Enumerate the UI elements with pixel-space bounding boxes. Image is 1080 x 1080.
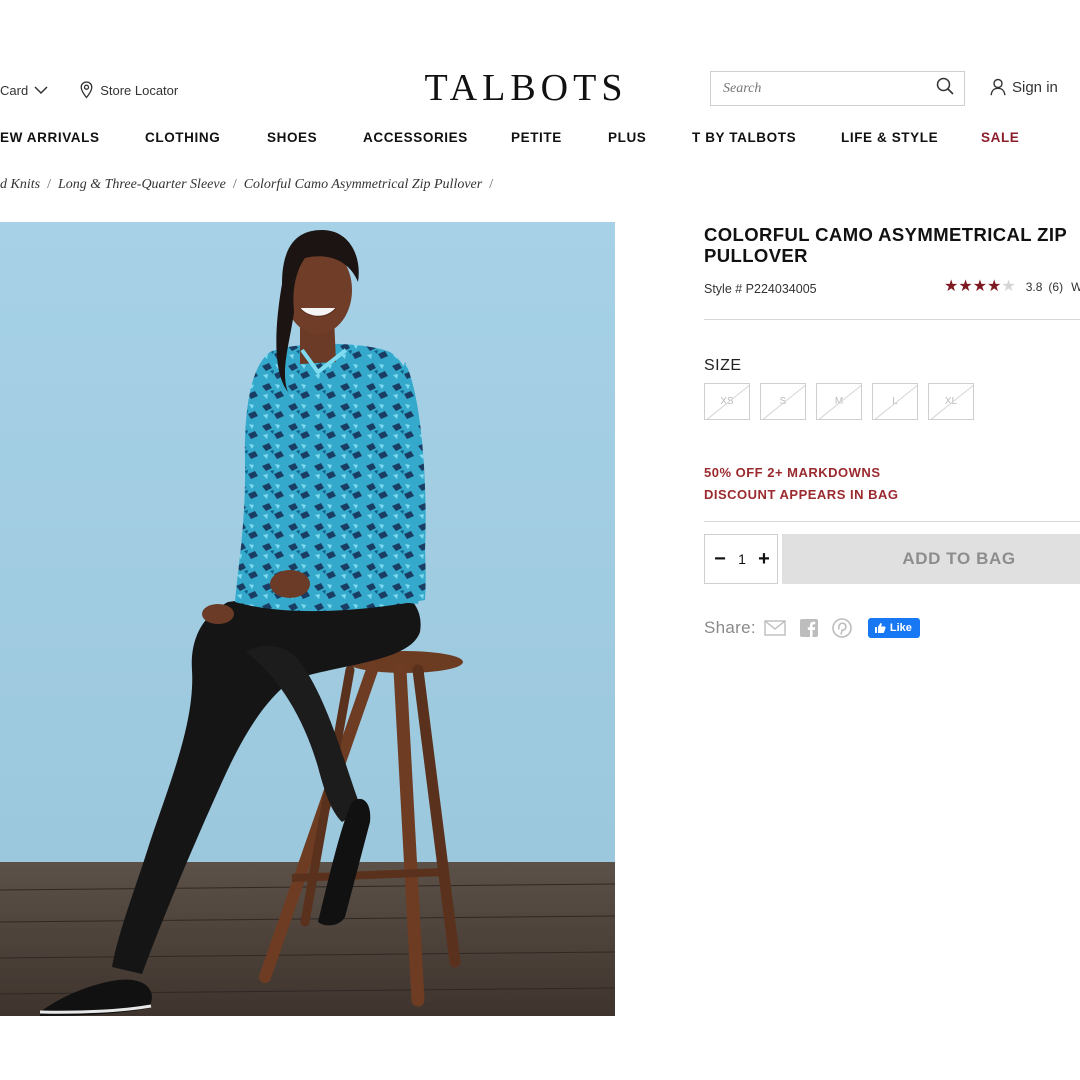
nav-item-clothing[interactable]: CLOTHING bbox=[145, 130, 220, 145]
size-option-m[interactable]: M bbox=[816, 383, 862, 420]
product-title: COLORFUL CAMO ASYMMETRICAL ZIP PULLOVER bbox=[704, 224, 1067, 266]
utility-bar: Card Store Locator bbox=[0, 80, 178, 100]
size-option-s[interactable]: S bbox=[760, 383, 806, 420]
divider bbox=[704, 521, 1080, 522]
nav-item-life-style[interactable]: LIFE & STYLE bbox=[841, 130, 938, 145]
nav-item-plus[interactable]: PLUS bbox=[608, 130, 646, 145]
breadcrumb-separator: / bbox=[232, 177, 237, 192]
quantity-decrease-button[interactable]: − bbox=[713, 548, 727, 571]
share-bar: Share: Like bbox=[704, 616, 920, 640]
breadcrumb: d Knits / Long & Three-Quarter Sleeve / Colo… bbox=[0, 177, 500, 193]
divider bbox=[704, 319, 1080, 320]
breadcrumb-item[interactable]: Long & Three-Quarter Sleeve bbox=[58, 177, 226, 192]
size-option-xl[interactable]: XL bbox=[928, 383, 974, 420]
facebook-like-label: Like bbox=[889, 622, 912, 634]
product-image[interactable] bbox=[0, 222, 615, 1016]
write-review-link[interactable]: W bbox=[1071, 280, 1080, 294]
size-selector: XS S M L XL bbox=[704, 383, 984, 420]
map-pin-icon bbox=[80, 81, 93, 99]
breadcrumb-separator: / bbox=[47, 177, 51, 192]
size-label: SIZE bbox=[704, 357, 742, 374]
breadcrumb-item-current[interactable]: Colorful Camo Asymmetrical Zip Pullover bbox=[244, 177, 483, 192]
search-box bbox=[710, 71, 965, 106]
nav-item-accessories[interactable]: ACCESSORIES bbox=[363, 130, 468, 145]
card-link[interactable]: Card bbox=[0, 83, 48, 98]
quantity-value[interactable]: 1 bbox=[738, 551, 746, 567]
nav-item-t-by-talbots[interactable]: T BY TALBOTS bbox=[692, 130, 796, 145]
main-nav: EW ARRIVALS CLOTHING SHOES ACCESSORIES P… bbox=[0, 130, 1080, 148]
product-rating[interactable]: ★ ★ ★ ★ ★ 3.8 (6) W bbox=[944, 279, 1080, 295]
style-number: Style # P224034005 bbox=[704, 282, 817, 296]
email-icon[interactable] bbox=[764, 620, 786, 636]
size-option-l[interactable]: L bbox=[872, 383, 918, 420]
rating-value: 3.8 bbox=[1025, 280, 1043, 294]
nav-item-new-arrivals[interactable]: EW ARRIVALS bbox=[0, 130, 100, 145]
quantity-stepper: − 1 + bbox=[704, 534, 778, 584]
store-locator-link[interactable]: Store Locator bbox=[80, 81, 178, 99]
thumbs-up-icon bbox=[874, 623, 886, 633]
star-icon: ★ bbox=[1001, 278, 1016, 295]
facebook-like-button[interactable]: Like bbox=[867, 618, 920, 638]
pinterest-icon[interactable] bbox=[832, 618, 852, 638]
user-icon bbox=[990, 78, 1006, 96]
breadcrumb-separator: / bbox=[489, 177, 494, 192]
nav-item-petite[interactable]: PETITE bbox=[511, 130, 562, 145]
promo-message: DISCOUNT APPEARS IN BAG bbox=[704, 487, 899, 502]
quantity-increase-button[interactable]: + bbox=[757, 548, 771, 571]
talbots-logo[interactable]: TALBOTS bbox=[405, 66, 647, 110]
star-icon: ★ bbox=[987, 278, 1002, 295]
store-locator-label: Store Locator bbox=[100, 82, 179, 98]
breadcrumb-item[interactable]: d Knits bbox=[0, 177, 40, 192]
promo-message: 50% OFF 2+ MARKDOWNS bbox=[704, 465, 881, 480]
search-icon[interactable] bbox=[936, 77, 954, 100]
nav-item-shoes[interactable]: SHOES bbox=[267, 130, 317, 145]
star-icon: ★ bbox=[944, 278, 959, 295]
review-count[interactable]: (6) bbox=[1048, 280, 1063, 294]
card-label: Card bbox=[0, 82, 29, 98]
facebook-icon[interactable] bbox=[799, 619, 818, 637]
sign-in-link[interactable]: Sign in bbox=[990, 78, 1058, 96]
star-icon: ★ bbox=[958, 278, 973, 295]
share-label: Share: bbox=[704, 618, 756, 637]
star-icon: ★ bbox=[972, 278, 988, 295]
search-input[interactable] bbox=[723, 80, 936, 97]
nav-item-sale[interactable]: SALE bbox=[981, 130, 1019, 145]
star-rating: ★ ★ ★ ★ ★ bbox=[944, 279, 1016, 295]
chevron-down-icon bbox=[34, 83, 48, 98]
add-to-bag-button[interactable]: ADD TO BAG bbox=[782, 534, 1080, 584]
size-option-xs[interactable]: XS bbox=[704, 383, 750, 420]
sign-in-label: Sign in bbox=[1012, 78, 1058, 96]
